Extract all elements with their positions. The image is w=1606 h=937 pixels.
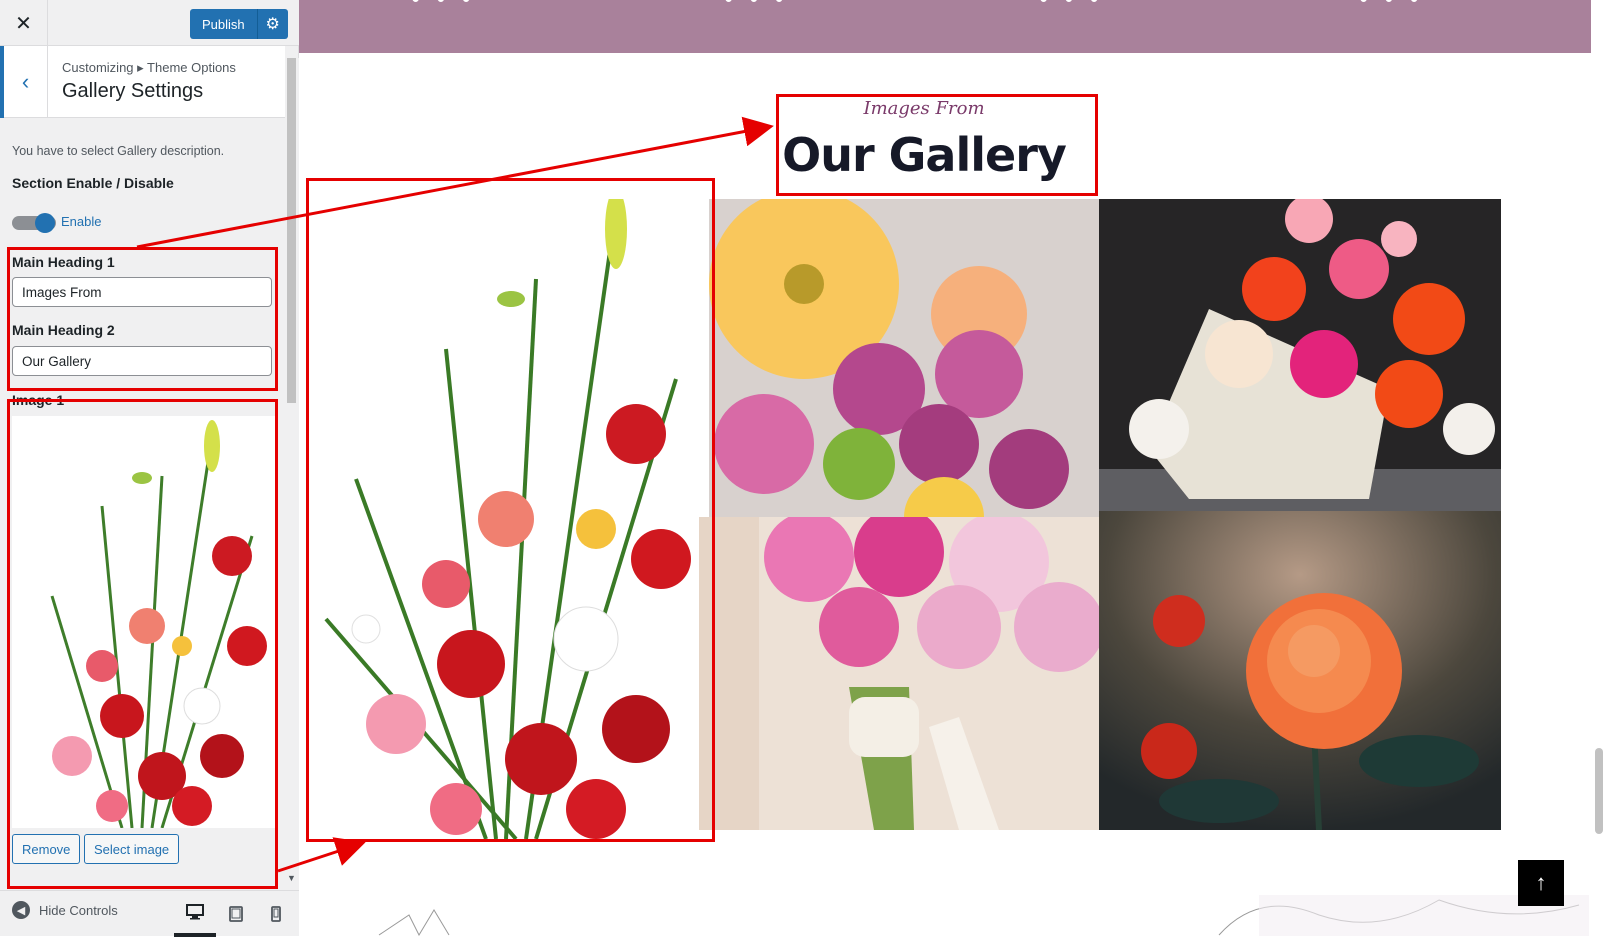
collapse-arrow-icon: ◀ (12, 901, 30, 919)
desktop-preview-button[interactable] (174, 891, 216, 937)
hide-controls-label: Hide Controls (39, 902, 118, 918)
publish-button[interactable]: Publish (190, 9, 258, 39)
close-icon: ✕ (15, 12, 32, 35)
social-icons-group: ● ● ● (411, 0, 477, 7)
orange-rose-image (1099, 511, 1501, 830)
preview-scroll-thumb[interactable] (1595, 748, 1603, 834)
section-description: You have to select Gallery description. (12, 144, 225, 158)
arrow-up-icon: ↑ (1535, 870, 1547, 895)
gallery-image-bouquet[interactable] (699, 517, 1099, 830)
toggle-label[interactable]: Enable (61, 214, 101, 229)
hide-controls-button[interactable]: ◀ Hide Controls (12, 901, 118, 919)
bridal-bouquet-image (699, 517, 1099, 830)
gallery-image-rose-box[interactable] (1099, 199, 1501, 511)
social-band: ● ● ● ● ● ● ● ● ● ● ● ● (299, 0, 1591, 53)
mobile-icon (271, 906, 281, 922)
chevron-left-icon: ‹ (21, 69, 30, 94)
tablet-icon (229, 906, 243, 922)
annotation-gallery-image-box (306, 178, 715, 842)
decorative-lineart (378, 895, 1589, 936)
mobile-preview-button[interactable] (255, 891, 297, 937)
social-icons-group: ● ● ● (1039, 0, 1105, 7)
back-button[interactable]: ‹ (0, 46, 48, 118)
scroll-down-arrow-icon[interactable]: ▼ (287, 873, 296, 883)
preview-scrollbar[interactable] (1591, 0, 1606, 936)
section-toggle-title: Section Enable / Disable (12, 175, 174, 191)
gallery-image-gerbera[interactable] (709, 199, 1099, 517)
customizer-footer: ◀ Hide Controls (0, 890, 299, 937)
social-icons-group: ● ● ● (1359, 0, 1425, 7)
gallery-image-orange-rose[interactable] (1099, 511, 1501, 830)
publish-group: Publish ⚙ (190, 9, 288, 39)
section-title: Gallery Settings (62, 80, 204, 102)
breadcrumb: Customizing ▸ Theme Options (62, 60, 236, 75)
section-toggle[interactable] (12, 213, 56, 233)
close-button[interactable]: ✕ (0, 0, 48, 46)
customizer-header: ✕ Publish ⚙ (0, 0, 299, 46)
annotation-headings-box (7, 247, 278, 391)
tablet-preview-button[interactable] (215, 891, 257, 937)
toggle-knob (35, 213, 55, 233)
panel-scrollbar[interactable]: ▼ (285, 58, 299, 890)
annotation-image-box (7, 399, 278, 889)
panel-scroll-thumb[interactable] (287, 58, 296, 403)
roses-in-box-image (1099, 199, 1501, 511)
social-icons-group: ● ● ● (724, 0, 790, 7)
annotation-gallery-heading-box (776, 94, 1098, 196)
back-to-top-button[interactable]: ↑ (1518, 860, 1564, 906)
section-header: ‹ Customizing ▸ Theme Options Gallery Se… (0, 46, 285, 118)
gear-icon: ⚙ (265, 16, 280, 33)
desktop-icon (186, 904, 204, 920)
gerbera-roses-image (709, 199, 1099, 517)
publish-settings-button[interactable]: ⚙ (257, 9, 288, 39)
